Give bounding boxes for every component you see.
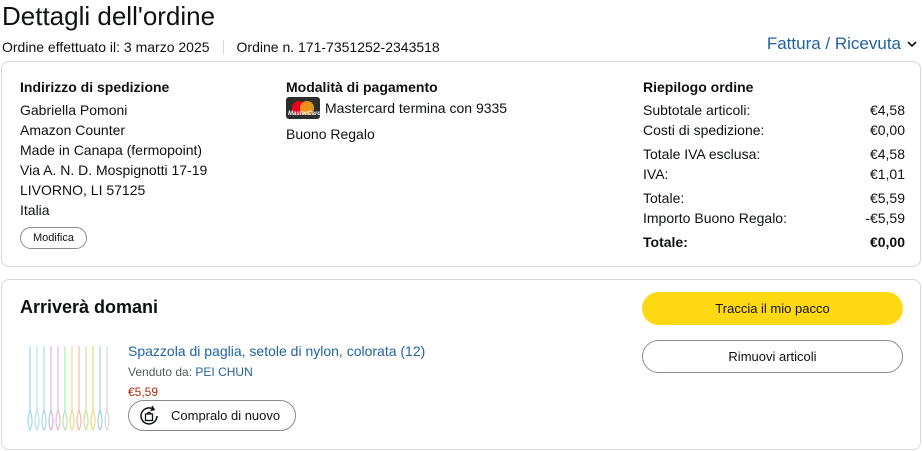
chevron-down-icon [907,41,917,48]
grand-total-label: Totale: [643,234,688,250]
summary-value: €4,58 [869,102,905,118]
meta-divider [222,40,224,54]
buy-again-button[interactable]: Compralo di nuovo [128,400,296,431]
summary-value: -€5,59 [865,210,905,226]
delivery-status-title: Arriverà domani [20,297,159,317]
summary-label: Importo Buono Regalo: [643,210,787,226]
summary-label: IVA: [643,166,669,182]
modify-address-button[interactable]: Modifica [20,227,87,249]
order-number: Ordine n. 171-7351252-2343518 [236,39,440,55]
order-info-card: Indirizzo di spedizione Gabriella Pomoni… [1,61,921,267]
address-line: Gabriella Pomoni [20,102,128,118]
grand-total-row: Totale: €0,00 [643,232,905,252]
summary-row: Costi di spedizione: €0,00 [643,120,905,140]
product-title-link[interactable]: Spazzola di paglia, setole di nylon, col… [128,342,425,360]
invoice-dropdown[interactable]: Fattura / Ricevuta [767,34,918,54]
grand-total-value: €0,00 [869,234,905,250]
summary-row: Subtotale articoli: €4,58 [643,100,905,120]
card-row: MasterCard Mastercard termina con 9335 [286,97,606,119]
summary-value: €1,01 [869,166,905,182]
gift-card-text: Buono Regalo [286,126,375,142]
summary-row: Totale: €5,59 [643,188,905,208]
product-price: €5,59 [128,385,159,399]
card-text: Mastercard termina con 9335 [325,100,508,116]
summary-label: Costi di spedizione: [643,122,765,138]
seller-link[interactable]: PEI CHUN [195,365,252,379]
order-summary-section: Riepilogo ordine Subtotale articoli: €4,… [643,78,905,252]
summary-value: €5,59 [869,190,905,206]
invoice-link-label: Fattura / Ricevuta [766,34,901,53]
buy-again-label: Compralo di nuovo [171,408,281,423]
summary-row: Importo Buono Regalo: -€5,59 [643,208,905,228]
seller-prefix: Venduto da: [128,365,193,379]
address-line: Via A. N. D. Mospignotti 17-19 [20,162,208,178]
address-line: Italia [20,202,50,218]
buy-again-icon [140,405,158,425]
address-line: LIVORNO, LI 57125 [20,182,146,198]
summary-label: Totale IVA esclusa: [643,146,761,162]
track-package-button[interactable]: Traccia il mio pacco [642,292,903,325]
payment-method-section: Modalità di pagamento MasterCard Masterc… [286,78,606,144]
shipment-card: Arriverà domani Spazzola di paglia, seto… [1,279,921,450]
summary-row: IVA: €1,01 [643,164,905,184]
summary-value: €4,58 [869,146,905,162]
order-date: Ordine effettuato il: 3 marzo 2025 [2,39,210,55]
order-meta: Ordine effettuato il: 3 marzo 2025 Ordin… [2,38,440,56]
product-image[interactable] [22,342,118,432]
summary-heading: Riepilogo ordine [643,79,754,95]
page-title: Dettagli dell'ordine [2,1,216,31]
address-line: Amazon Counter [20,122,126,138]
summary-value: €0,00 [869,122,905,138]
mastercard-logo-icon: MasterCard [286,97,320,119]
summary-label: Totale: [643,190,685,206]
payment-heading: Modalità di pagamento [286,79,438,95]
address-line: Made in Canapa (fermopoint) [20,142,203,158]
shipping-address-section: Indirizzo di spedizione Gabriella Pomoni… [20,78,260,249]
seller-info: Venduto da: PEI CHUN [128,364,253,380]
shipping-heading: Indirizzo di spedizione [20,79,170,95]
summary-row: Totale IVA esclusa: €4,58 [643,144,905,164]
summary-label: Subtotale articoli: [643,102,751,118]
remove-items-button[interactable]: Rimuovi articoli [642,340,903,373]
